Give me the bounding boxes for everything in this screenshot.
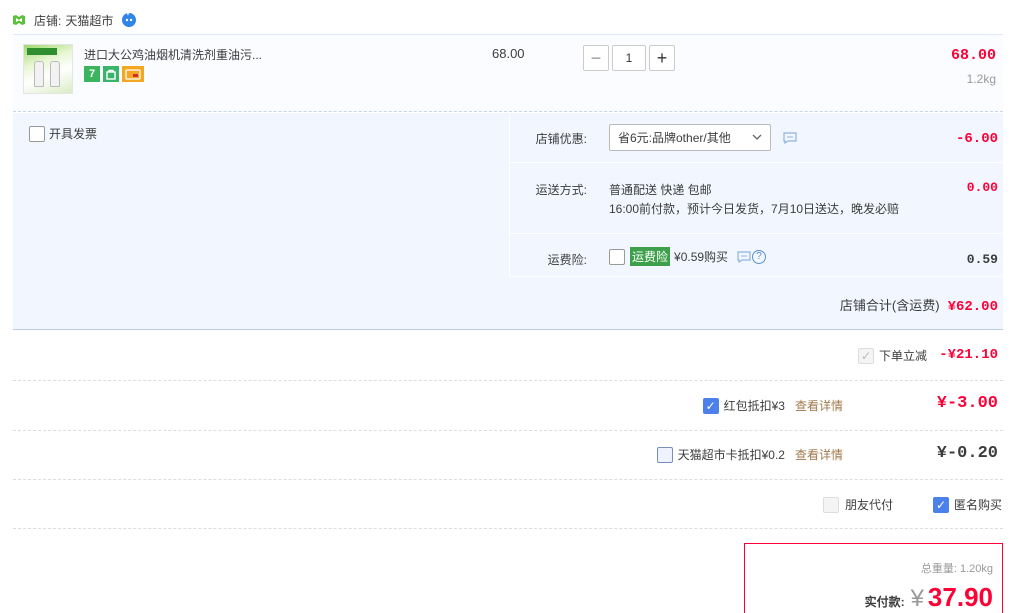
total-weight: 总重量: 1.20kg (921, 560, 993, 576)
redpacket-details-link[interactable]: 查看详情 (795, 397, 843, 414)
shipping-insurance-tag: 运费险 (630, 247, 671, 266)
item-subtotal: 68.00 (950, 47, 996, 64)
shop-total-label: 店铺合计(含运费) (839, 298, 940, 313)
cart-item-row: 进口大公鸡油烟机清洗剂重油污... 7 68.00 − + 68.00 1.2k… (13, 34, 1003, 112)
quantity-stepper: − + (583, 45, 675, 71)
shop-name-link[interactable]: 天猫超市 (65, 12, 113, 29)
invoice-checkbox[interactable] (29, 125, 45, 142)
payment-options-row: 朋友代付 ✓ 匿名购买 (13, 480, 1003, 529)
quantity-input[interactable] (612, 45, 646, 71)
shop-promo-amount: -6.00 (955, 131, 998, 147)
seven-day-return-icon[interactable]: 7 (84, 66, 100, 82)
shop-header: 店铺: 天猫超市 (12, 10, 137, 30)
help-icon[interactable]: ? (752, 249, 767, 264)
redpacket-row: ✓ 红包抵扣¥3 查看详情 ¥-3.00 (13, 381, 1003, 431)
tmall-card-amount: ¥-0.20 (936, 444, 998, 463)
shop-total-value: ¥62.00 (947, 299, 998, 315)
redpacket-option[interactable]: ✓ 红包抵扣¥3 查看详情 (702, 397, 843, 414)
shipping-insurance-checkbox[interactable] (609, 248, 625, 265)
decrease-quantity-button[interactable]: − (583, 45, 609, 71)
tmall-card-row: 天猫超市卡抵扣¥0.2 查看详情 ¥-0.20 (13, 431, 1003, 480)
instant-discount-amount: -¥21.10 (939, 347, 998, 363)
total-weight-value: 1.20kg (959, 563, 993, 575)
anonymous-purchase-option[interactable]: ✓ 匿名购买 (932, 496, 1002, 513)
invoice-label[interactable]: 开具发票 (49, 125, 97, 142)
tmall-card-option[interactable]: 天猫超市卡抵扣¥0.2 查看详情 (656, 446, 843, 463)
message-icon[interactable] (783, 132, 797, 144)
tmall-card-label[interactable]: 天猫超市卡抵扣¥0.2 (678, 446, 785, 463)
increase-quantity-button[interactable]: + (649, 45, 675, 71)
total-weight-label: 总重量: (920, 563, 957, 575)
shipping-estimate: 16:00前付款，预计今日发货，7月10日送达，晚发必赔 (609, 202, 900, 216)
item-weight: 1.2kg (966, 72, 996, 86)
shop-promo-row: 店铺优惠: 省6元:品牌other/其他 -6.00 (509, 113, 1003, 163)
shipping-insurance-row: 运费险: 运费险 ¥0.59购买 ? 0.59 (509, 234, 1003, 277)
shipping-insurance-amount: 0.59 (966, 252, 998, 267)
shipping-method: 普通配送 快递 包邮 (609, 183, 712, 197)
shop-flag-icon (13, 15, 25, 25)
redpacket-amount: ¥-3.00 (936, 394, 998, 413)
wangwang-chat-icon[interactable] (121, 12, 137, 28)
instant-discount-checkbox: ✓ (857, 347, 874, 364)
redpacket-checkbox[interactable]: ✓ (702, 397, 719, 414)
card-icon[interactable] (122, 66, 144, 82)
anonymous-purchase-label[interactable]: 匿名购买 (954, 496, 1002, 513)
anonymous-purchase-checkbox[interactable]: ✓ (932, 496, 949, 513)
order-options-block: 开具发票 店铺优惠: 省6元:品牌other/其他 -6.00 运送方式: 普通… (13, 113, 1003, 330)
actual-payment: 实付款: ¥ 37.90 (865, 582, 993, 613)
instant-discount-row: ✓ 下单立减 -¥21.10 (13, 331, 1003, 381)
friend-pay-checkbox[interactable] (822, 496, 839, 513)
shop-promo-label: 店铺优惠: (535, 132, 587, 146)
shop-total: 店铺合计(含运费) ¥62.00 (840, 295, 998, 315)
shipping-row: 运送方式: 普通配送 快递 包邮 16:00前付款，预计今日发货，7月10日送达… (509, 163, 1003, 234)
payment-summary-box: 总重量: 1.20kg 实付款: ¥ 37.90 (744, 543, 1003, 613)
shipping-insurance-label: 运费险: (547, 253, 587, 267)
bag-icon[interactable] (103, 66, 119, 82)
tmall-card-checkbox[interactable] (656, 446, 673, 463)
actual-payment-value: 37.90 (927, 582, 993, 612)
shop-promo-selected: 省6元:品牌other/其他 (618, 131, 731, 145)
redpacket-label[interactable]: 红包抵扣¥3 (724, 397, 785, 414)
shipping-insurance-option[interactable]: 运费险 ¥0.59购买 ? (609, 247, 767, 266)
friend-pay-option[interactable]: 朋友代付 (822, 496, 893, 513)
unit-price: 68.00 (492, 46, 525, 61)
invoice-option[interactable]: 开具发票 (29, 125, 97, 142)
tmall-card-details-link[interactable]: 查看详情 (795, 446, 843, 463)
shop-promo-select[interactable]: 省6元:品牌other/其他 (609, 124, 771, 151)
shipping-insurance-price: ¥0.59购买 (674, 250, 729, 264)
instant-discount-option: ✓ 下单立减 (857, 347, 927, 364)
friend-pay-label[interactable]: 朋友代付 (845, 496, 893, 513)
instant-discount-label: 下单立减 (878, 349, 927, 363)
product-badges: 7 (84, 66, 144, 82)
order-details-panel: 店铺优惠: 省6元:品牌other/其他 -6.00 运送方式: 普通配送 快递… (509, 113, 1003, 277)
actual-payment-label: 实付款: (864, 595, 905, 609)
currency-symbol: ¥ (910, 585, 924, 612)
product-thumbnail[interactable] (23, 44, 73, 94)
message-icon[interactable] (737, 250, 751, 263)
shipping-label: 运送方式: (535, 183, 587, 197)
shipping-amount: 0.00 (966, 180, 998, 195)
chevron-down-icon (752, 134, 762, 140)
shop-label: 店铺: (34, 13, 62, 28)
product-title-link[interactable]: 进口大公鸡油烟机清洗剂重油污... (84, 46, 262, 63)
